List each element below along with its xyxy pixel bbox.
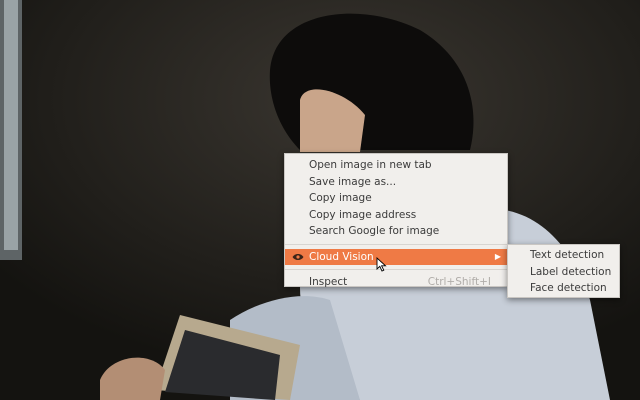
menu-item-copy-image-address[interactable]: Copy image address bbox=[285, 207, 507, 224]
menu-item-copy-image[interactable]: Copy image bbox=[285, 190, 507, 207]
menu-separator bbox=[285, 269, 507, 270]
menu-item-label: Cloud Vision bbox=[309, 250, 374, 263]
context-menu: Open image in new tab Save image as... C… bbox=[284, 153, 508, 288]
menu-item-open-image-new-tab[interactable]: Open image in new tab bbox=[285, 157, 507, 174]
mouse-cursor-icon bbox=[376, 257, 387, 272]
submenu-item-face-detection[interactable]: Face detection bbox=[508, 280, 619, 297]
menu-item-label: Inspect bbox=[309, 276, 348, 288]
submenu-arrow-icon: ▶ bbox=[494, 251, 501, 261]
menu-separator bbox=[285, 243, 507, 245]
cloud-vision-submenu: Text detection Label detection Face dete… bbox=[507, 244, 620, 298]
menu-item-save-image-as[interactable]: Save image as... bbox=[285, 174, 507, 191]
menu-item-cloud-vision[interactable]: Cloud Vision ▶ bbox=[285, 248, 507, 265]
shortcut-hint: Ctrl+Shift+I bbox=[427, 276, 491, 288]
eye-icon bbox=[292, 253, 304, 260]
menu-item-inspect[interactable]: Inspect Ctrl+Shift+I bbox=[285, 274, 507, 291]
submenu-item-text-detection[interactable]: Text detection bbox=[508, 247, 619, 264]
menu-item-search-google-for-image[interactable]: Search Google for image bbox=[285, 223, 507, 240]
submenu-item-label-detection[interactable]: Label detection bbox=[508, 264, 619, 281]
